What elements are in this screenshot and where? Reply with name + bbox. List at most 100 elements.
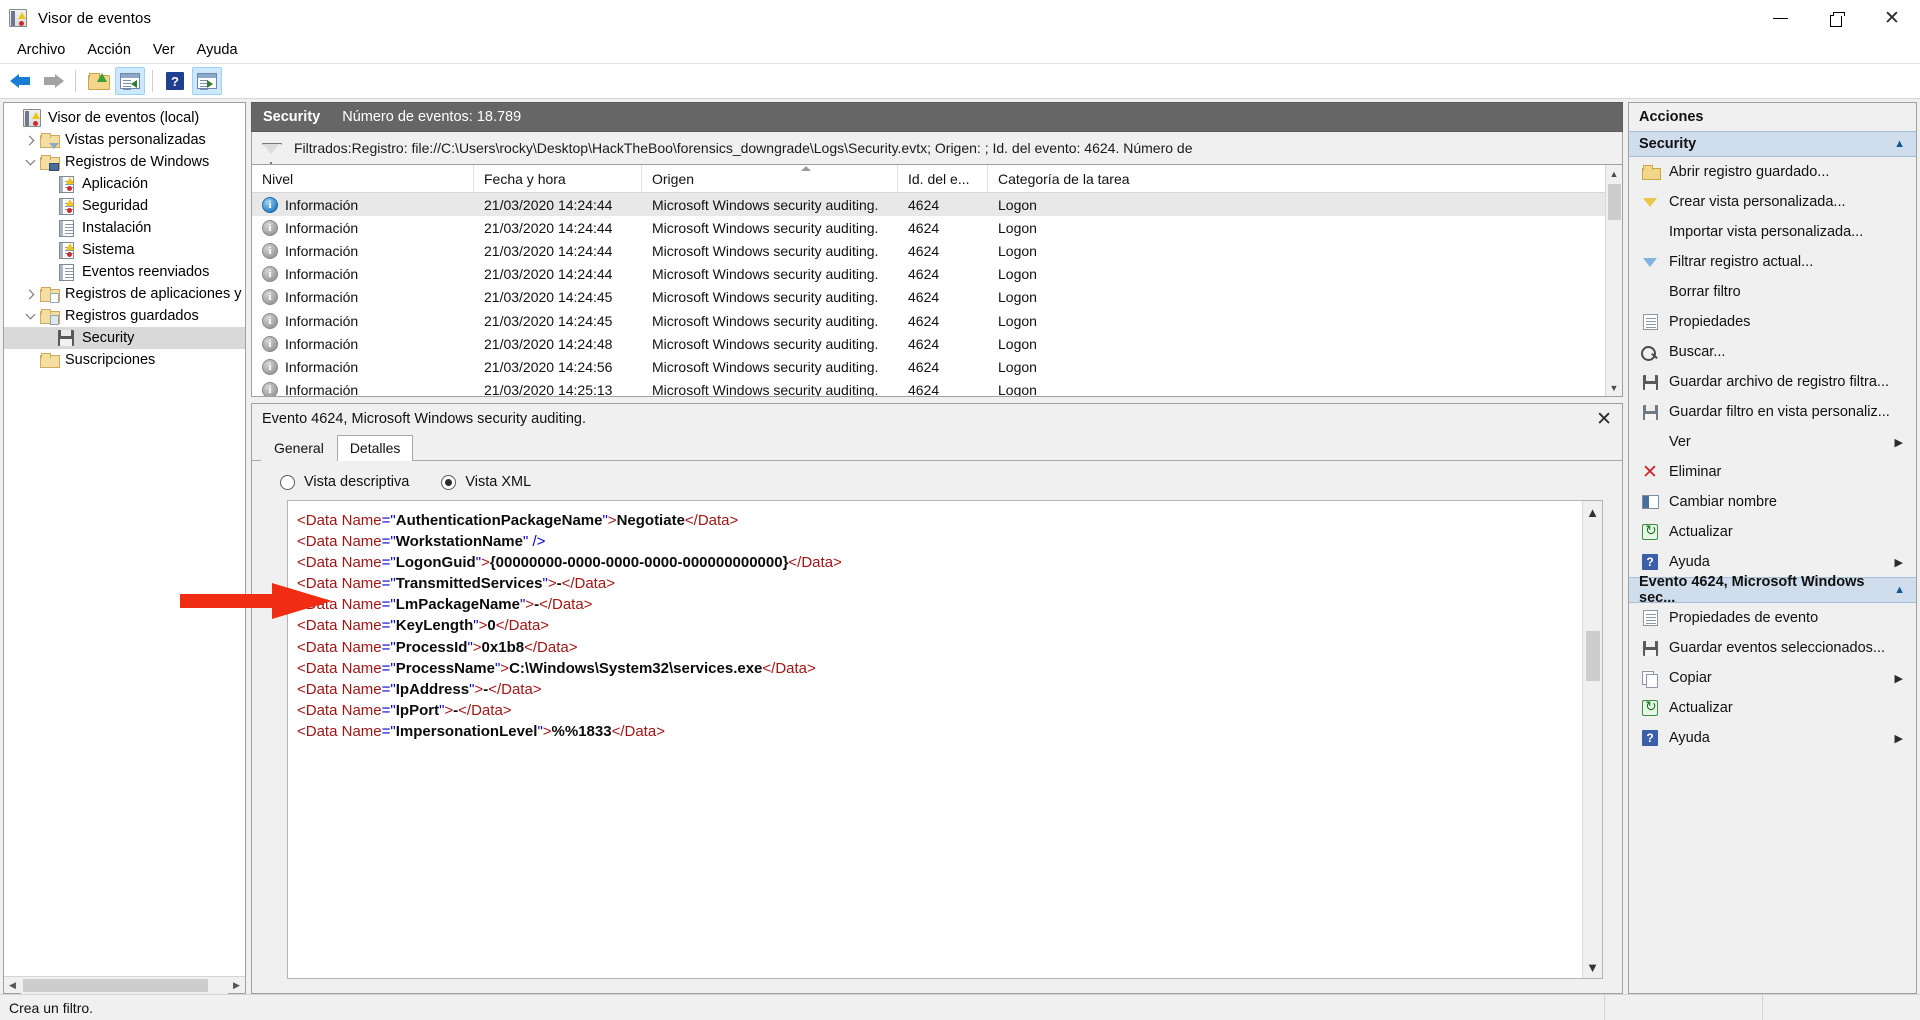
list-scroll-track[interactable] xyxy=(1606,182,1622,379)
tree-item-vistas-personalizadas[interactable]: Vistas personalizadas xyxy=(4,129,245,151)
tree-scroll-thumb[interactable] xyxy=(23,978,208,992)
action-item-copiar[interactable]: Copiar ▶ xyxy=(1629,663,1916,693)
action-item-borrar-filtro[interactable]: Borrar filtro xyxy=(1629,277,1916,307)
table-row[interactable]: i Información 21/03/2020 14:24:44 Microsoft… xyxy=(252,239,1605,262)
action-item-filtrar-registro-actual[interactable]: Filtrar registro actual... xyxy=(1629,247,1916,277)
chevron-right-icon[interactable] xyxy=(21,135,39,145)
actions-section-header[interactable]: Security ▲ xyxy=(1629,131,1916,157)
filter-bar[interactable]: Filtrados:Registro: file://C:\Users\rock… xyxy=(251,132,1623,165)
action-item-crear-vista-personalizada[interactable]: Crear vista personalizada... xyxy=(1629,187,1916,217)
close-button[interactable]: ✕ xyxy=(1864,0,1920,37)
action-item-ayuda[interactable]: ? Ayuda ▶ xyxy=(1629,723,1916,753)
detail-close-icon[interactable]: ✕ xyxy=(1596,408,1612,430)
menu-ver[interactable]: Ver xyxy=(142,39,186,61)
event-list-vertical-scrollbar[interactable]: ▲ ▼ xyxy=(1605,165,1622,396)
tree-item-security[interactable]: Security xyxy=(4,327,245,349)
tree-scroll-right-button[interactable]: ▶ xyxy=(228,977,245,994)
table-row[interactable]: i Información 21/03/2020 14:24:44 Microsoft… xyxy=(252,263,1605,286)
list-scroll-up-button[interactable]: ▲ xyxy=(1606,165,1622,182)
cell-origen-text: Microsoft Windows security auditing. xyxy=(652,196,879,213)
table-row[interactable]: i Información 21/03/2020 14:24:56 Microsoft… xyxy=(252,355,1605,378)
action-item-ayuda[interactable]: ? Ayuda ▶ xyxy=(1629,547,1916,577)
radio-descriptiva-dot xyxy=(280,474,295,490)
log-icon xyxy=(56,219,76,237)
folder-windows-icon xyxy=(39,154,60,171)
tree-item-sistema[interactable]: Sistema xyxy=(4,239,245,261)
radio-vista-xml[interactable]: Vista XML xyxy=(441,474,531,490)
menu-archivo[interactable]: Archivo xyxy=(6,39,76,61)
tree-item-registros-de-aplicaciones-y-se[interactable]: Registros de aplicaciones y se xyxy=(4,283,245,305)
chevron-right-icon[interactable]: ▶ xyxy=(1895,672,1903,685)
tree-scroll-track[interactable] xyxy=(21,976,228,994)
tree-item-suscripciones[interactable]: Suscripciones xyxy=(4,349,245,371)
minimize-button[interactable] xyxy=(1752,0,1808,37)
xml-scroll-track[interactable] xyxy=(1583,523,1602,956)
column-header-fecha[interactable]: Fecha y hora xyxy=(474,165,642,192)
action-item-abrir-registro-guardado[interactable]: Abrir registro guardado... xyxy=(1629,157,1916,187)
open-folder-button[interactable] xyxy=(83,67,113,95)
console-tree[interactable]: Visor de eventos (local) Vistas personali… xyxy=(4,103,245,976)
restore-button[interactable] xyxy=(1808,0,1864,37)
table-row[interactable]: i Información 21/03/2020 14:24:48 Microsoft… xyxy=(252,332,1605,355)
table-row[interactable]: i Información 21/03/2020 14:24:44 Microsoft… xyxy=(252,216,1605,239)
table-row[interactable]: i Información 21/03/2020 14:24:45 Microsoft… xyxy=(252,309,1605,332)
action-item-guardar-eventos-seleccionados[interactable]: Guardar eventos seleccionados... xyxy=(1629,633,1916,663)
action-item-actualizar[interactable]: Actualizar xyxy=(1629,693,1916,723)
xml-content[interactable]: <Data Name="AuthenticationPackageName">N… xyxy=(288,501,1582,978)
help-button[interactable]: ? xyxy=(160,67,190,95)
menu-ayuda[interactable]: Ayuda xyxy=(186,39,249,61)
chevron-down-icon[interactable] xyxy=(21,155,39,166)
tab-general[interactable]: General xyxy=(261,435,337,461)
column-header-id[interactable]: Id. del e... xyxy=(898,165,988,192)
show-console-tree-button[interactable] xyxy=(115,67,145,95)
menu-accion[interactable]: Acción xyxy=(76,39,142,61)
action-item-actualizar[interactable]: Actualizar xyxy=(1629,517,1916,547)
action-item-guardar-filtro-en-vista-personaliz[interactable]: Guardar filtro en vista personaliz... xyxy=(1629,397,1916,427)
tree-item-aplicaci-n[interactable]: Aplicación xyxy=(4,173,245,195)
tab-detalles[interactable]: Detalles xyxy=(336,435,414,461)
tree-item-registros-guardados[interactable]: Registros guardados xyxy=(4,305,245,327)
column-header-nivel[interactable]: Nivel xyxy=(252,165,474,192)
tree-item-eventos-reenviados[interactable]: Eventos reenviados xyxy=(4,261,245,283)
chevron-up-icon[interactable]: ▲ xyxy=(1894,138,1905,150)
chevron-right-icon[interactable] xyxy=(21,289,39,299)
column-header-origen[interactable]: Origen xyxy=(642,165,898,192)
xml-vertical-scrollbar[interactable]: ▲ ▼ xyxy=(1582,501,1602,978)
action-item-cambiar-nombre[interactable]: Cambiar nombre xyxy=(1629,487,1916,517)
cell-nivel-text: Información xyxy=(285,335,359,352)
tree-item-instalaci-n[interactable]: Instalación xyxy=(4,217,245,239)
tree-item-visor-de-eventos-local[interactable]: Visor de eventos (local) xyxy=(4,107,245,129)
event-rows[interactable]: i Información 21/03/2020 14:24:44 Microsoft… xyxy=(252,193,1605,396)
back-button[interactable] xyxy=(6,67,36,95)
table-row[interactable]: i Información 21/03/2020 14:24:45 Microsoft… xyxy=(252,286,1605,309)
xml-scroll-down-button[interactable]: ▼ xyxy=(1583,956,1602,978)
chevron-right-icon[interactable]: ▶ xyxy=(1895,556,1903,569)
folder-filter-icon xyxy=(39,132,60,149)
actions-section-header[interactable]: Evento 4624, Microsoft Windows sec... ▲ xyxy=(1629,574,1916,606)
table-row[interactable]: i Información 21/03/2020 14:25:13 Microsoft… xyxy=(252,379,1605,396)
chevron-down-icon[interactable] xyxy=(21,309,39,320)
tree-item-seguridad[interactable]: Seguridad xyxy=(4,195,245,217)
action-item-eliminar[interactable]: ✕ Eliminar xyxy=(1629,457,1916,487)
action-item-propiedades[interactable]: Propiedades xyxy=(1629,307,1916,337)
tree-scroll-left-button[interactable]: ◀ xyxy=(4,977,21,994)
action-item-guardar-archivo-de-registro-filtra[interactable]: Guardar archivo de registro filtra... xyxy=(1629,367,1916,397)
show-action-pane-button[interactable] xyxy=(192,67,222,95)
action-item-ver[interactable]: Ver ▶ xyxy=(1629,427,1916,457)
action-item-propiedades-de-evento[interactable]: Propiedades de evento xyxy=(1629,603,1916,633)
xml-scroll-thumb[interactable] xyxy=(1586,631,1600,681)
action-item-importar-vista-personalizada[interactable]: Importar vista personalizada... xyxy=(1629,217,1916,247)
radio-vista-descriptiva[interactable]: Vista descriptiva xyxy=(280,474,409,490)
xml-scroll-up-button[interactable]: ▲ xyxy=(1583,501,1602,523)
action-item-buscar[interactable]: Buscar... xyxy=(1629,337,1916,367)
chevron-right-icon[interactable]: ▶ xyxy=(1895,436,1903,449)
column-header-categoria[interactable]: Categoría de la tarea xyxy=(988,165,1605,192)
table-row[interactable]: i Información 21/03/2020 14:24:44 Microsoft… xyxy=(252,193,1605,217)
tree-horizontal-scrollbar[interactable]: ◀ ▶ xyxy=(4,976,245,994)
forward-button[interactable] xyxy=(38,67,68,95)
chevron-right-icon[interactable]: ▶ xyxy=(1895,732,1903,745)
list-scroll-thumb[interactable] xyxy=(1608,184,1621,220)
list-scroll-down-button[interactable]: ▼ xyxy=(1606,379,1622,396)
chevron-up-icon[interactable]: ▲ xyxy=(1894,584,1905,596)
tree-item-registros-de-windows[interactable]: Registros de Windows xyxy=(4,151,245,173)
